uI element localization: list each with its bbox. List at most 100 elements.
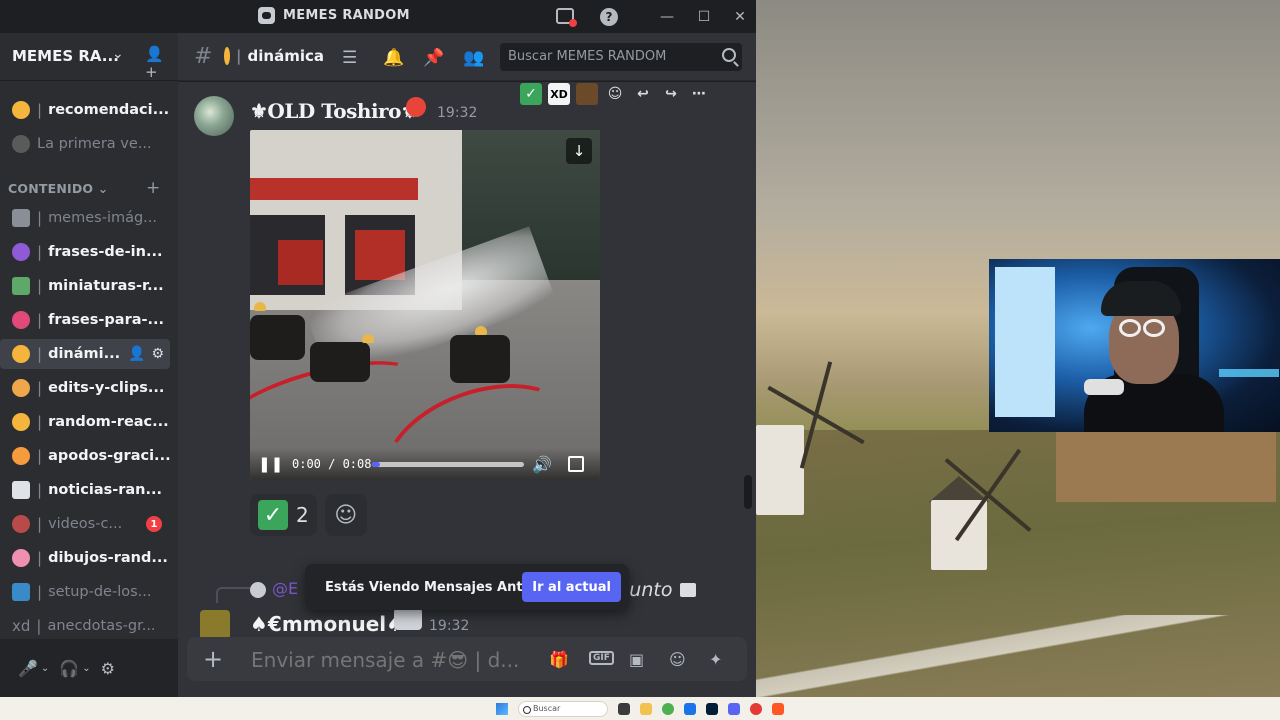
reaction-check[interactable]: ✓ 2: [250, 494, 317, 536]
emoji-icon[interactable]: ☺: [669, 650, 686, 669]
gear-icon[interactable]: ⚙: [151, 346, 164, 362]
channel-separator: |: [37, 243, 43, 261]
windows-taskbar: Buscar: [0, 697, 1280, 720]
channel-item[interactable]: xd | anecdotas-gr...: [0, 611, 170, 641]
gif-icon[interactable]: GIF: [589, 651, 614, 665]
old-messages-banner: Estás Viendo Mensajes Antiguos Ir al act…: [305, 564, 629, 610]
threads-icon[interactable]: ☰: [342, 48, 357, 68]
check-reaction-icon[interactable]: ✓: [520, 83, 542, 105]
channel-item[interactable]: | miniaturas-r...: [0, 271, 170, 301]
channel-emoji-icon: [224, 47, 231, 65]
xd-reaction-icon[interactable]: XD: [548, 83, 570, 105]
file-explorer-icon[interactable]: [640, 702, 652, 715]
channel-item[interactable]: | dibujos-rand...: [0, 543, 170, 573]
apps-icon[interactable]: ✦: [709, 650, 722, 669]
discord-icon[interactable]: [728, 702, 740, 715]
channel-name: recomendaci...: [48, 102, 170, 118]
gift-icon[interactable]: 🎁: [549, 650, 569, 669]
maximize-button[interactable]: ☐: [693, 6, 715, 28]
pause-button[interactable]: ❚❚: [258, 455, 283, 473]
video-progress-bar[interactable]: [372, 462, 524, 467]
headphones-icon[interactable]: 🎧 ⌄: [59, 659, 90, 678]
reply-mention[interactable]: @E: [272, 579, 298, 598]
chrome-icon[interactable]: [662, 702, 674, 715]
jump-to-present-button[interactable]: Ir al actual: [522, 572, 621, 602]
reply-preview[interactable]: junto: [624, 579, 697, 601]
search-input[interactable]: Buscar MEMES RANDOM: [500, 43, 742, 71]
channel-item[interactable]: | setup-de-los...: [0, 577, 170, 607]
channel-item[interactable]: | frases-para-...: [0, 305, 170, 335]
volume-icon[interactable]: 🔊: [532, 455, 552, 474]
more-icon[interactable]: ⋯: [688, 83, 710, 105]
channel-emoji-icon: [12, 277, 30, 295]
close-button[interactable]: ✕: [729, 6, 751, 28]
channel-item[interactable]: | videos-c... 1: [0, 509, 170, 539]
video-firetruck: [355, 230, 405, 280]
channel-separator: |: [37, 481, 43, 499]
app-icon[interactable]: [750, 702, 762, 715]
photoshop-icon[interactable]: [706, 702, 718, 715]
block-reaction-icon[interactable]: [576, 83, 598, 105]
channel-name: dibujos-rand...: [48, 550, 168, 566]
sticker-icon[interactable]: ▣: [629, 650, 644, 669]
message-input[interactable]: [251, 648, 531, 672]
channel-item[interactable]: La primera ve...: [0, 129, 170, 159]
pin-icon[interactable]: 📌: [423, 48, 444, 68]
channel-item[interactable]: | noticias-ran...: [0, 475, 170, 505]
avatar[interactable]: [200, 610, 230, 637]
add-user-icon[interactable]: 👤+: [145, 45, 165, 81]
message-hover-toolbar: ✓ XD ☺ ↩ ↪ ⋯: [520, 82, 710, 106]
webcam-person-cap: [1101, 281, 1181, 316]
help-icon[interactable]: ?: [600, 8, 618, 26]
video-helmet: [362, 334, 374, 343]
video-player[interactable]: ↓ ❚❚ 0:00 / 0:08 🔊: [250, 130, 600, 480]
message-author[interactable]: ⚜OLD Toshiro⚜: [250, 99, 419, 123]
fullscreen-icon[interactable]: [568, 456, 584, 472]
channel-item[interactable]: | random-reac...: [0, 407, 170, 437]
brave-icon[interactable]: [772, 702, 784, 715]
channel-item[interactable]: | memes-imág...: [0, 203, 170, 233]
bell-icon[interactable]: 🔔: [383, 48, 404, 68]
server-header[interactable]: MEMES RA... ⌄ 👤+: [0, 33, 178, 81]
store-icon[interactable]: [684, 702, 696, 715]
channel-item-active[interactable]: | dinámi... 👤 ⚙: [0, 339, 170, 369]
microphone-icon[interactable]: 🎤 ⌄: [18, 659, 49, 678]
taskbar-search[interactable]: Buscar: [518, 700, 608, 717]
category-contenido[interactable]: CONTENIDO ⌄: [8, 181, 108, 196]
search-icon: [722, 48, 736, 62]
invite-icon[interactable]: 👤: [128, 346, 145, 362]
avatar[interactable]: [194, 96, 234, 136]
download-icon[interactable]: ↓: [566, 138, 592, 164]
channel-name: videos-c...: [48, 516, 123, 532]
windows-start-icon[interactable]: [496, 702, 508, 715]
channel-emoji-icon: [12, 549, 30, 567]
minimize-button[interactable]: —: [656, 6, 678, 28]
upload-icon[interactable]: +: [203, 645, 223, 673]
unread-badge: 1: [146, 516, 162, 532]
composer-area: + 🎁 GIF ▣ ☺ ✦: [178, 637, 756, 697]
video-helmet: [475, 326, 487, 335]
add-channel-icon[interactable]: +: [146, 178, 160, 198]
wallpaper-castle: [1056, 432, 1276, 502]
chevron-down-icon[interactable]: ⌄: [112, 46, 124, 62]
inbox-icon[interactable]: [556, 8, 577, 27]
forward-icon[interactable]: ↪: [660, 83, 682, 105]
channel-item[interactable]: | apodos-graci...: [0, 441, 170, 471]
gear-icon[interactable]: ⚙: [101, 659, 115, 678]
video-firefighter: [310, 342, 370, 382]
message-author[interactable]: ♠€mmonuel♠: [250, 612, 404, 636]
scrollbar[interactable]: [744, 475, 752, 509]
channel-item[interactable]: | recomendaci...: [0, 95, 170, 125]
channel-item[interactable]: | frases-de-in...: [0, 237, 170, 267]
reply-icon[interactable]: ↩: [632, 83, 654, 105]
channel-item[interactable]: | edits-y-clips...: [0, 373, 170, 403]
channel-emoji-icon: [12, 515, 30, 533]
discord-window: MEMES RANDOM ? — ☐ ✕ MEMES RA... ⌄ 👤+ | …: [0, 0, 756, 697]
webcam-microphone: [1084, 379, 1124, 395]
task-view-icon[interactable]: [618, 702, 630, 715]
add-reaction-icon[interactable]: ☺: [604, 83, 626, 105]
add-reaction-button[interactable]: ☺: [324, 494, 367, 536]
members-icon[interactable]: 👥: [463, 48, 484, 68]
video-helmet: [254, 302, 266, 311]
video-time: 0:00 / 0:08: [292, 457, 372, 471]
